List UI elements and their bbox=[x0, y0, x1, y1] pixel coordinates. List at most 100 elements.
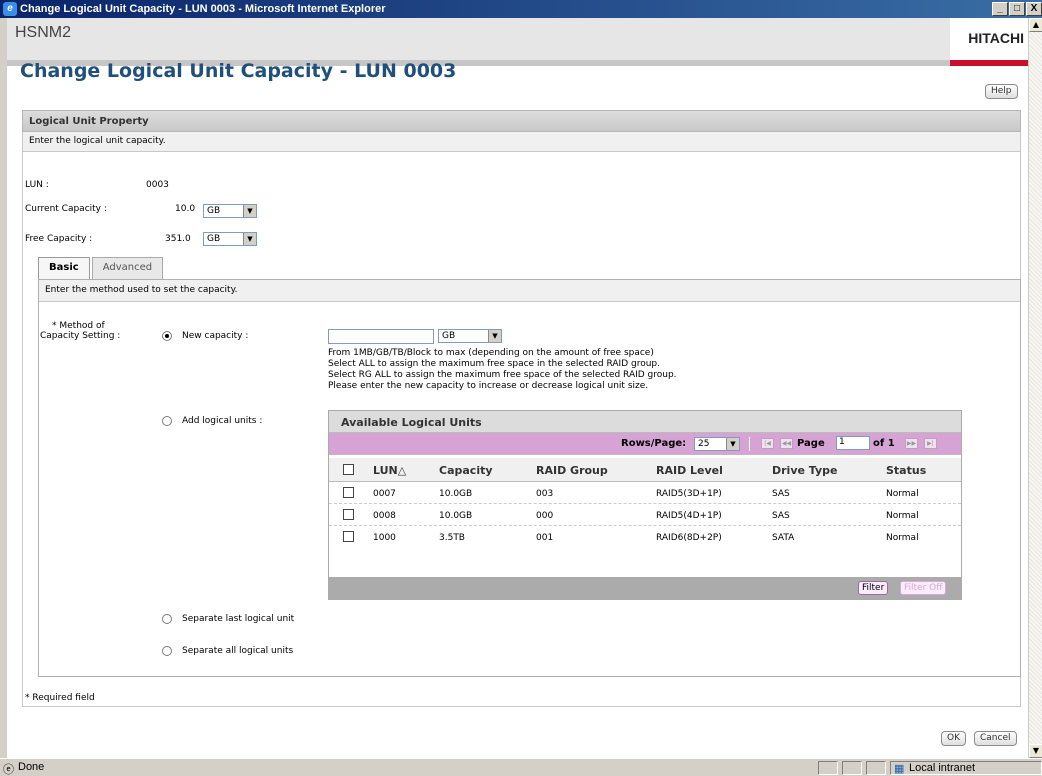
column-header-drive-type[interactable]: Drive Type bbox=[772, 459, 838, 481]
table-title: Available Logical Units bbox=[329, 411, 961, 433]
next-page-icon[interactable]: ▶▶ bbox=[905, 438, 918, 449]
column-header-raid-group[interactable]: RAID Group bbox=[536, 459, 608, 481]
new-capacity-unit-select[interactable]: GB ▼ bbox=[438, 329, 502, 343]
separate-last-label: Separate last logical unit bbox=[182, 614, 295, 624]
new-capacity-unit-value: GB bbox=[442, 331, 456, 341]
last-page-icon[interactable]: ▶| bbox=[924, 438, 937, 449]
table-row[interactable]: 0008 10.0GB 000 RAID5(4D+1P) SAS Normal bbox=[329, 505, 961, 526]
new-capacity-input[interactable] bbox=[328, 329, 434, 344]
capacity-help-text: From 1MB/GB/TB/Block to max (depending o… bbox=[328, 348, 677, 392]
brand-logo: HITACHI bbox=[950, 18, 1028, 66]
lun-value: 0003 bbox=[146, 180, 169, 190]
zone-text: Local intranet bbox=[909, 762, 976, 774]
brand-name: HITACHI bbox=[968, 30, 1024, 46]
panel-description: Enter the logical unit capacity. bbox=[22, 132, 1021, 152]
free-capacity-unit-select[interactable]: GB ▼ bbox=[203, 232, 257, 246]
status-bar: ⓔ Done ▦ Local intranet bbox=[0, 758, 1042, 776]
minimize-button[interactable]: _ bbox=[992, 2, 1008, 16]
chevron-down-icon: ▼ bbox=[488, 330, 501, 342]
cell-raid-group: 003 bbox=[536, 489, 554, 499]
row-checkbox[interactable] bbox=[343, 487, 354, 498]
cell-raid-level: RAID5(3D+1P) bbox=[656, 489, 722, 499]
help-line: From 1MB/GB/TB/Block to max (depending o… bbox=[328, 348, 654, 358]
method-label-line2: Capacity Setting : bbox=[40, 331, 121, 341]
chevron-down-icon: ▼ bbox=[726, 438, 739, 450]
app-header: HSNM2 HITACHI bbox=[7, 18, 1028, 66]
window-title-bar: e Change Logical Unit Capacity - LUN 000… bbox=[0, 0, 1042, 18]
separate-all-radio[interactable] bbox=[162, 646, 172, 656]
new-capacity-label: New capacity : bbox=[182, 331, 249, 341]
column-header-status[interactable]: Status bbox=[886, 459, 926, 481]
filter-button[interactable]: Filter bbox=[858, 581, 889, 595]
page-number-input[interactable]: 1 bbox=[836, 436, 870, 450]
cell-raid-level: RAID6(8D+2P) bbox=[656, 533, 722, 543]
free-unit-value: GB bbox=[207, 234, 221, 244]
cell-drive-type: SAS bbox=[772, 489, 790, 499]
cell-lun: 0008 bbox=[373, 511, 396, 521]
internet-explorer-icon: e bbox=[3, 2, 17, 16]
rows-per-page-label: Rows/Page: bbox=[621, 438, 687, 449]
select-all-checkbox[interactable] bbox=[343, 464, 354, 475]
window-title: Change Logical Unit Capacity - LUN 0003 … bbox=[20, 3, 386, 15]
previous-page-icon[interactable]: ◀◀ bbox=[780, 438, 793, 449]
help-button[interactable]: Help bbox=[985, 84, 1018, 99]
scroll-up-arrow-icon[interactable]: ▲ bbox=[1029, 18, 1042, 32]
page-of-label: of 1 bbox=[873, 438, 895, 449]
table-row[interactable]: 0007 10.0GB 003 RAID5(3D+1P) SAS Normal bbox=[329, 483, 961, 504]
row-checkbox[interactable] bbox=[343, 531, 354, 542]
method-label-line1: * Method of bbox=[52, 321, 105, 331]
help-line: Please enter the new capacity to increas… bbox=[328, 381, 649, 391]
chevron-down-icon: ▼ bbox=[243, 233, 256, 245]
panel-header: Logical Unit Property bbox=[22, 110, 1021, 132]
column-lun-label: LUN bbox=[373, 464, 398, 477]
tab-description: Enter the method used to set the capacit… bbox=[39, 280, 1020, 302]
maximize-button[interactable]: □ bbox=[1009, 2, 1025, 16]
free-capacity-label: Free Capacity : bbox=[25, 234, 93, 244]
ok-button[interactable]: OK bbox=[941, 731, 966, 746]
cell-status: Normal bbox=[886, 511, 919, 521]
separate-all-label: Separate all logical units bbox=[182, 646, 294, 656]
column-header-capacity[interactable]: Capacity bbox=[439, 459, 493, 481]
free-capacity-value: 351.0 bbox=[165, 234, 191, 244]
cell-lun: 0007 bbox=[373, 489, 396, 499]
row-checkbox[interactable] bbox=[343, 509, 354, 520]
column-header-lun[interactable]: LUN△ bbox=[373, 459, 406, 481]
rows-per-page-select[interactable]: 25 ▼ bbox=[694, 437, 740, 451]
status-text: Done bbox=[18, 761, 45, 773]
table-row[interactable]: 1000 3.5TB 001 RAID6(8D+2P) SATA Normal bbox=[329, 527, 961, 548]
table-header-row bbox=[329, 458, 961, 482]
table-pager: Rows/Page: 25 ▼ |◀ ◀◀ Page 1 of 1 ▶▶ ▶| bbox=[329, 433, 961, 455]
add-logical-units-radio[interactable] bbox=[162, 416, 172, 426]
cell-capacity: 3.5TB bbox=[439, 533, 465, 543]
filter-off-button[interactable]: Filter Off bbox=[900, 581, 947, 595]
cell-raid-group: 001 bbox=[536, 533, 554, 543]
close-button[interactable]: X bbox=[1026, 2, 1042, 16]
column-header-raid-level[interactable]: RAID Level bbox=[656, 459, 723, 481]
vertical-scrollbar[interactable]: ▲ ▼ bbox=[1028, 18, 1042, 758]
chevron-down-icon: ▼ bbox=[243, 205, 256, 217]
page-status-icon: ⓔ bbox=[3, 764, 14, 776]
current-unit-value: GB bbox=[207, 206, 221, 216]
cell-capacity: 10.0GB bbox=[439, 489, 473, 499]
cell-capacity: 10.0GB bbox=[439, 511, 473, 521]
tab-basic[interactable]: Basic bbox=[38, 257, 90, 279]
separate-last-radio[interactable] bbox=[162, 614, 172, 624]
cell-lun: 1000 bbox=[373, 533, 396, 543]
cell-status: Normal bbox=[886, 489, 919, 499]
app-name: HSNM2 bbox=[15, 24, 72, 41]
help-line: Select RG ALL to assign the maximum free… bbox=[328, 370, 677, 380]
current-capacity-unit-select[interactable]: GB ▼ bbox=[203, 204, 257, 218]
current-capacity-value: 10.0 bbox=[175, 204, 196, 214]
page-label: Page bbox=[797, 438, 825, 449]
scroll-down-arrow-icon[interactable]: ▼ bbox=[1029, 744, 1042, 758]
cell-raid-group: 000 bbox=[536, 511, 554, 521]
cell-drive-type: SAS bbox=[772, 511, 790, 521]
lun-label: LUN : bbox=[25, 180, 49, 190]
current-capacity-label: Current Capacity : bbox=[25, 204, 107, 214]
new-capacity-radio[interactable] bbox=[162, 331, 172, 341]
tab-advanced[interactable]: Advanced bbox=[91, 257, 164, 279]
tab-bar: Basic Advanced bbox=[38, 257, 165, 279]
first-page-icon[interactable]: |◀ bbox=[761, 438, 774, 449]
cancel-button[interactable]: Cancel bbox=[974, 731, 1017, 746]
available-logical-units-table: Available Logical Units Rows/Page: 25 ▼ … bbox=[328, 410, 962, 600]
